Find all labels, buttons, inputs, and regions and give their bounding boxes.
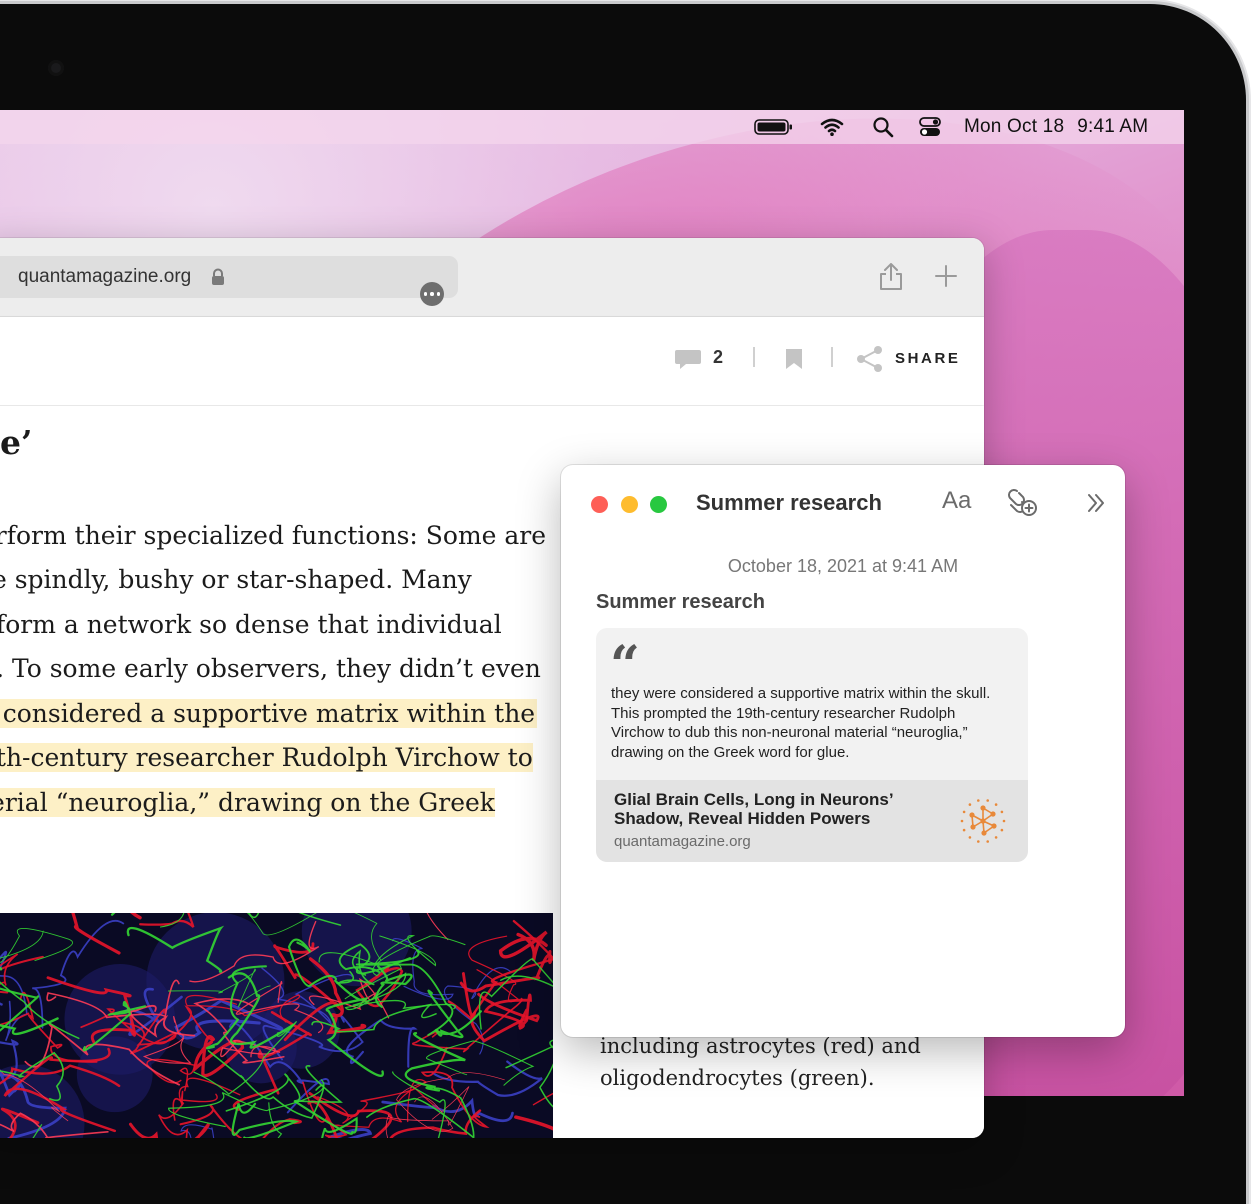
- figure-caption-line: including astrocytes (red) and: [600, 1034, 921, 1058]
- url-text: quantamagazine.org: [18, 266, 192, 287]
- glial-cells-micrograph: [0, 913, 553, 1138]
- share-icon[interactable]: [856, 345, 884, 373]
- control-center-icon[interactable]: [918, 110, 942, 144]
- menu-bar-clock[interactable]: Mon Oct 18 9:41 AM: [964, 110, 1148, 144]
- article-line: l form a network so dense that individua…: [0, 610, 502, 639]
- share-button[interactable]: SHARE: [895, 350, 961, 367]
- highlighted-article-line: e considered a supportive matrix within …: [0, 692, 538, 736]
- lock-icon: [212, 268, 224, 285]
- divider: [831, 347, 833, 367]
- open-in-notes-chevron-icon[interactable]: [1085, 492, 1107, 514]
- format-text-button[interactable]: Aa: [942, 487, 971, 515]
- minimize-window-button[interactable]: [621, 496, 638, 513]
- battery-icon[interactable]: [754, 110, 794, 144]
- share-icon[interactable]: [878, 262, 904, 292]
- article-line: re spindly, bushy or star-shaped. Many: [0, 565, 472, 594]
- new-tab-plus-icon[interactable]: [934, 264, 958, 288]
- menu-bar-time: 9:41 AM: [1077, 116, 1149, 137]
- browser-toolbar: quantamagazine.org: [0, 238, 984, 317]
- note-timestamp: October 18, 2021 at 9:41 AM: [727, 556, 959, 576]
- spotlight-search-icon[interactable]: [872, 110, 894, 144]
- link-title: Glial Brain Cells, Long in Neurons’ Shad…: [614, 790, 893, 828]
- comment-count[interactable]: 2: [713, 347, 723, 368]
- article-line: erform their specialized functions: Some…: [0, 521, 547, 550]
- figure-caption-line: oligodendrocytes (green).: [600, 1066, 875, 1090]
- linked-highlight-card[interactable]: “ they were considered a supportive matr…: [596, 628, 1028, 862]
- quanta-logo-icon: [960, 799, 1006, 843]
- highlighted-article-line: terial “neuroglia,” drawing on the Greek: [0, 781, 495, 825]
- menu-bar-date: Mon Oct 18: [964, 116, 1065, 137]
- article-title: ue’: [0, 423, 33, 462]
- more-options-icon[interactable]: [420, 282, 444, 306]
- quote-text: they were considered a supportive matrix…: [611, 685, 991, 761]
- wifi-icon[interactable]: [820, 110, 844, 144]
- address-bar[interactable]: quantamagazine.org: [0, 256, 458, 306]
- comment-icon[interactable]: [674, 348, 702, 372]
- article-line: h. To some early observers, they didn’t …: [0, 654, 541, 683]
- highlighted-article-line: 9th-century researcher Rudolph Virchow t…: [0, 736, 533, 780]
- note-window-title: Summer research: [696, 490, 882, 515]
- quick-note-window: Summer research Aa October 18, 2021 at 9…: [561, 465, 1125, 1037]
- note-heading[interactable]: Summer research: [596, 591, 765, 614]
- add-link-icon[interactable]: [1005, 487, 1039, 517]
- link-preview[interactable]: Glial Brain Cells, Long in Neurons’ Shad…: [596, 780, 1028, 862]
- close-window-button[interactable]: [591, 496, 608, 513]
- menu-bar: Mon Oct 18 9:41 AM: [0, 110, 1184, 144]
- link-domain: quantamagazine.org: [614, 833, 751, 850]
- camera: [48, 60, 64, 76]
- site-header-bar: 2 SHARE: [0, 317, 984, 405]
- bookmark-icon[interactable]: [784, 348, 804, 370]
- zoom-window-button[interactable]: [650, 496, 667, 513]
- divider: [753, 347, 755, 367]
